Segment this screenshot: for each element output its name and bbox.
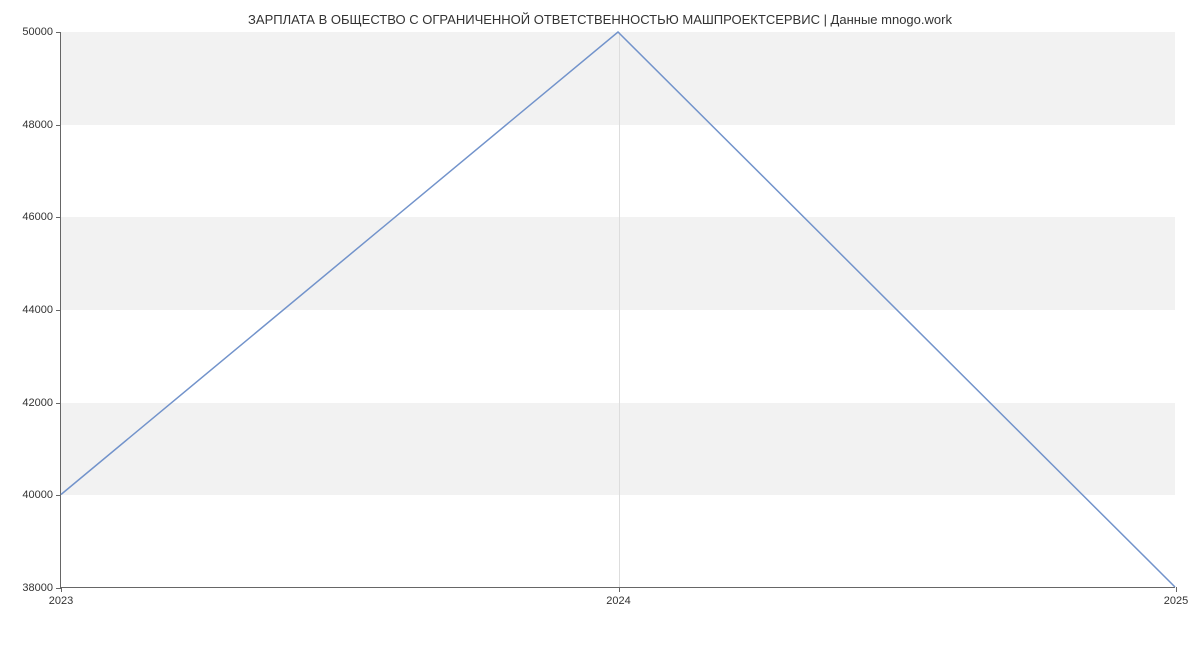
data-line-svg — [61, 32, 1175, 587]
y-tick-label: 48000 — [22, 119, 53, 131]
x-tick-label: 2023 — [49, 595, 73, 607]
y-tick-label: 40000 — [22, 489, 53, 501]
chart-plot-area: 50000 48000 46000 44000 42000 40000 3800… — [60, 32, 1175, 588]
data-line — [61, 32, 1175, 587]
plot-area: 50000 48000 46000 44000 42000 40000 3800… — [60, 32, 1175, 588]
y-tick-label: 50000 — [22, 26, 53, 38]
y-tick-label: 38000 — [22, 582, 53, 594]
y-tick-label: 44000 — [22, 304, 53, 316]
chart-title: ЗАРПЛАТА В ОБЩЕСТВО С ОГРАНИЧЕННОЙ ОТВЕТ… — [0, 0, 1200, 27]
x-tick-label: 2024 — [606, 595, 630, 607]
x-tick — [61, 587, 62, 592]
y-tick-label: 42000 — [22, 397, 53, 409]
x-tick — [619, 587, 620, 592]
y-tick-label: 46000 — [22, 211, 53, 223]
x-tick-label: 2025 — [1164, 595, 1188, 607]
x-tick — [1176, 587, 1177, 592]
